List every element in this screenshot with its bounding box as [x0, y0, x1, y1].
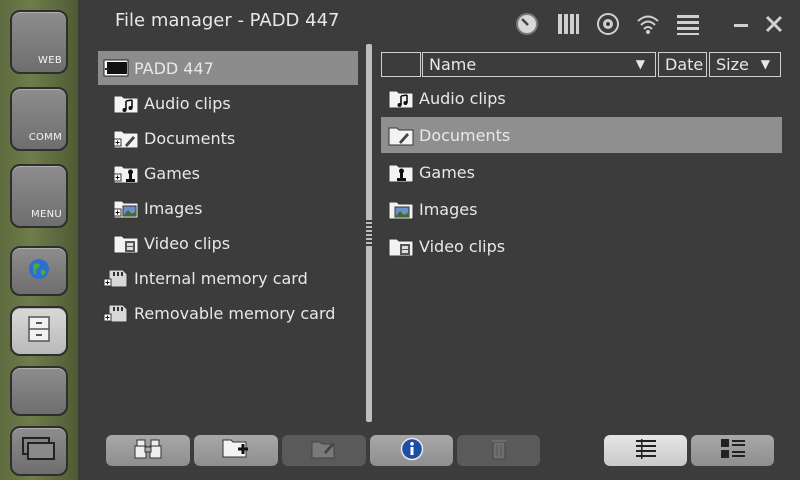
launcher-file-manager-button[interactable] — [10, 306, 68, 356]
tree-item-root[interactable]: PADD 447 — [98, 51, 358, 85]
delete-button[interactable] — [457, 435, 540, 466]
binoculars-icon — [134, 438, 162, 464]
info-icon — [400, 437, 424, 465]
new-folder-icon — [222, 437, 250, 465]
tree-item-removable-memory-card[interactable]: Removable memory card — [103, 296, 358, 330]
battery-icon[interactable] — [556, 12, 580, 36]
list-item-games[interactable]: Games — [381, 154, 782, 190]
launcher-menu-button[interactable]: MENU — [10, 164, 68, 228]
launcher-empty-button[interactable] — [10, 366, 68, 416]
launcher-bar: WEB COMM MENU — [0, 0, 78, 480]
launcher-web-label: WEB — [38, 55, 62, 66]
details-button[interactable] — [370, 435, 453, 466]
column-header-size[interactable]: Size ▼ — [709, 52, 781, 77]
list-item-audio-clips[interactable]: Audio clips — [381, 80, 782, 116]
tree-item-documents[interactable]: Documents — [113, 121, 358, 155]
detail-view-button[interactable] — [691, 435, 774, 466]
images-folder-icon — [388, 198, 414, 220]
tree-label: Games — [144, 163, 200, 183]
list-item-label: Images — [419, 199, 478, 219]
list-item-label: Video clips — [419, 236, 506, 256]
games-folder-icon — [388, 161, 414, 183]
list-item-label: Audio clips — [419, 88, 506, 108]
minimize-icon[interactable] — [732, 12, 756, 36]
find-button[interactable] — [106, 435, 190, 466]
select-all-column-header[interactable] — [381, 52, 421, 77]
tree-label: Documents — [144, 128, 236, 148]
trash-icon — [489, 437, 509, 465]
launcher-windows-button[interactable] — [10, 426, 68, 476]
title-bar: File manager - PADD 447 — [78, 0, 800, 44]
tree-item-video-clips[interactable]: Video clips — [113, 226, 358, 260]
list-item-documents[interactable]: Documents — [381, 117, 782, 153]
launcher-comm-button[interactable]: COMM — [10, 87, 68, 151]
images-folder-icon — [113, 197, 139, 219]
launcher-comm-label: COMM — [28, 132, 62, 143]
wifi-icon[interactable] — [636, 12, 660, 36]
column-name-label: Name — [429, 55, 477, 74]
splitter-grip[interactable] — [366, 220, 372, 246]
column-size-label: Size — [716, 55, 749, 74]
tree-label: Audio clips — [144, 93, 231, 113]
chevron-down-icon: ▼ — [760, 57, 770, 71]
memory-card-icon — [103, 302, 128, 324]
tree-label: Video clips — [144, 233, 231, 253]
memory-card-icon — [103, 267, 128, 289]
clock-icon[interactable] — [515, 12, 539, 36]
video-folder-icon — [113, 232, 139, 254]
list-item-label: Games — [419, 162, 475, 182]
column-date-label: Date — [665, 55, 704, 74]
list-view-icon — [635, 438, 657, 464]
launcher-web-button[interactable]: WEB — [10, 10, 68, 74]
launcher-menu-label: MENU — [31, 209, 62, 220]
rename-button[interactable] — [282, 435, 366, 466]
rename-icon — [310, 438, 338, 464]
tree-item-games[interactable]: Games — [113, 156, 358, 190]
column-header-date[interactable]: Date — [658, 52, 707, 77]
list-item-images[interactable]: Images — [381, 191, 782, 227]
window-title: File manager - PADD 447 — [115, 10, 340, 31]
launcher-browser-button[interactable] — [10, 246, 68, 296]
audio-folder-icon — [113, 92, 139, 114]
sort-down-icon: ▼ — [635, 57, 645, 71]
file-cabinet-icon — [27, 316, 51, 346]
documents-folder-icon — [388, 124, 414, 146]
pane-splitter[interactable] — [366, 44, 372, 422]
tree-label: Internal memory card — [134, 268, 308, 288]
documents-folder-icon — [113, 127, 139, 149]
list-item-label: Documents — [419, 125, 511, 145]
detail-view-icon — [720, 438, 746, 464]
close-icon[interactable] — [764, 12, 788, 36]
device-icon — [103, 57, 129, 79]
list-view-button[interactable] — [604, 435, 687, 466]
tree-label: Images — [144, 198, 203, 218]
list-item-video-clips[interactable]: Video clips — [381, 228, 782, 264]
new-folder-button[interactable] — [194, 435, 278, 466]
globe-icon — [27, 257, 51, 285]
games-folder-icon — [113, 162, 139, 184]
column-header-name[interactable]: Name ▼ — [422, 52, 656, 77]
tree-label: Removable memory card — [134, 303, 336, 323]
tree-item-audio-clips[interactable]: Audio clips — [113, 86, 358, 120]
tree-item-images[interactable]: Images — [113, 191, 358, 225]
tree-root-label: PADD 447 — [134, 58, 214, 78]
windows-icon — [22, 437, 56, 465]
video-folder-icon — [388, 235, 414, 257]
menu-lines-icon[interactable] — [676, 12, 700, 36]
radio-icon[interactable] — [596, 12, 620, 36]
audio-folder-icon — [388, 87, 414, 109]
tree-item-internal-memory-card[interactable]: Internal memory card — [103, 261, 358, 295]
